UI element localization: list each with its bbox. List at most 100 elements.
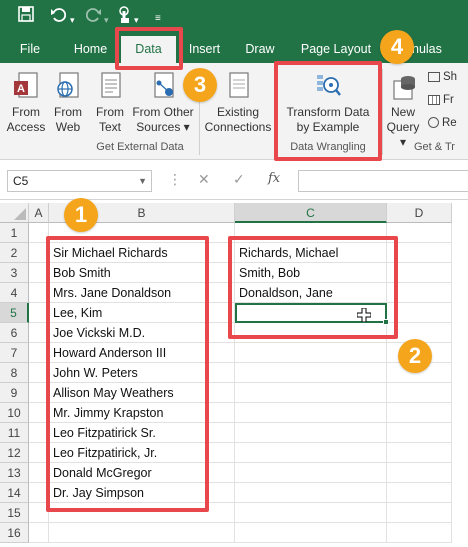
cell-b[interactable]: Mr. Jimmy Krapston: [49, 403, 235, 423]
column-header-a[interactable]: A: [29, 203, 49, 223]
cell-a[interactable]: [29, 363, 49, 383]
cell-c[interactable]: Richards, Michael: [235, 243, 387, 263]
cell-a[interactable]: [29, 443, 49, 463]
row-header[interactable]: 12: [0, 443, 29, 463]
customize-icon[interactable]: ≡: [155, 8, 161, 30]
cell-a[interactable]: [29, 423, 49, 443]
row-header[interactable]: 8: [0, 363, 29, 383]
tab-formulas[interactable]: nulas: [412, 36, 468, 63]
cell-a[interactable]: [29, 503, 49, 523]
cell-b[interactable]: John W. Peters: [49, 363, 235, 383]
cell-c[interactable]: [235, 463, 387, 483]
fill-handle[interactable]: [383, 319, 389, 325]
cell-d[interactable]: [387, 223, 452, 243]
row-header[interactable]: 15: [0, 503, 29, 523]
undo-dropdown-icon[interactable]: ▾: [70, 9, 75, 31]
cell-d[interactable]: [387, 283, 452, 303]
name-box[interactable]: C5 ▼: [7, 170, 152, 192]
cell-d[interactable]: [387, 303, 452, 323]
cell-b[interactable]: Dr. Jay Simpson: [49, 483, 235, 503]
cell-d[interactable]: [387, 403, 452, 423]
from-access-button[interactable]: A From Access: [4, 71, 48, 135]
row-header[interactable]: 7: [0, 343, 29, 363]
cell-d[interactable]: [387, 243, 452, 263]
cell-d[interactable]: [387, 423, 452, 443]
cell-d[interactable]: [387, 263, 452, 283]
cell-a[interactable]: [29, 403, 49, 423]
cell-b[interactable]: Howard Anderson III: [49, 343, 235, 363]
cell-a[interactable]: [29, 283, 49, 303]
cell-c[interactable]: [235, 403, 387, 423]
cell-a[interactable]: [29, 463, 49, 483]
row-header[interactable]: 3: [0, 263, 29, 283]
tab-home[interactable]: Home: [68, 36, 113, 63]
row-header[interactable]: 1: [0, 223, 29, 243]
cell-a[interactable]: [29, 223, 49, 243]
tab-file[interactable]: File: [10, 36, 50, 63]
new-query-button[interactable]: New Query ▾: [383, 71, 423, 150]
cell-c[interactable]: [235, 223, 387, 243]
cell-a[interactable]: [29, 323, 49, 343]
row-header[interactable]: 4: [0, 283, 29, 303]
row-header[interactable]: 2: [0, 243, 29, 263]
cell-a[interactable]: [29, 483, 49, 503]
cancel-icon[interactable]: ✕: [198, 171, 210, 188]
cell-d[interactable]: [387, 523, 452, 543]
cell-a[interactable]: [29, 303, 49, 323]
redo-dropdown-icon[interactable]: ▾: [104, 9, 109, 31]
cell-d[interactable]: [387, 443, 452, 463]
cell-c[interactable]: [235, 383, 387, 403]
tab-draw[interactable]: Draw: [240, 36, 280, 63]
from-web-button[interactable]: From Web: [48, 71, 88, 135]
cell-b[interactable]: Leo Fitzpatirick Sr.: [49, 423, 235, 443]
cell-c[interactable]: [235, 343, 387, 363]
cell-a[interactable]: [29, 523, 49, 543]
row-header[interactable]: 10: [0, 403, 29, 423]
transform-data-by-example-button[interactable]: Transform Data by Example: [282, 71, 374, 135]
touch-dropdown-icon[interactable]: ▾: [134, 9, 139, 31]
cell-b[interactable]: [49, 503, 235, 523]
insert-function-icon[interactable]: fx: [268, 171, 280, 186]
column-header-c[interactable]: C: [235, 203, 387, 223]
from-table-button[interactable]: Fr: [428, 94, 454, 106]
cell-d[interactable]: [387, 483, 452, 503]
from-text-button[interactable]: From Text: [90, 71, 130, 135]
cell-b[interactable]: Sir Michael Richards: [49, 243, 235, 263]
formula-input[interactable]: [298, 170, 468, 192]
row-header[interactable]: 16: [0, 523, 29, 543]
cell-a[interactable]: [29, 243, 49, 263]
cell-b[interactable]: [49, 523, 235, 543]
row-header[interactable]: 6: [0, 323, 29, 343]
tab-page-layout[interactable]: Page Layout: [296, 36, 376, 63]
cell-d[interactable]: [387, 463, 452, 483]
cell-c[interactable]: Smith, Bob: [235, 263, 387, 283]
save-icon[interactable]: [18, 6, 34, 29]
cell-c[interactable]: [235, 443, 387, 463]
cell-b[interactable]: Joe Vickski M.D.: [49, 323, 235, 343]
cell-a[interactable]: [29, 383, 49, 403]
selected-cell-c5[interactable]: [235, 303, 389, 325]
recent-sources-button[interactable]: Re: [428, 117, 457, 129]
cell-b[interactable]: Allison May Weathers: [49, 383, 235, 403]
cell-d[interactable]: [387, 503, 452, 523]
row-header[interactable]: 13: [0, 463, 29, 483]
select-all-corner[interactable]: [0, 203, 29, 223]
cell-c[interactable]: [235, 503, 387, 523]
cell-c[interactable]: [235, 363, 387, 383]
row-header[interactable]: 11: [0, 423, 29, 443]
tab-data[interactable]: Data: [121, 36, 176, 63]
row-header[interactable]: 5: [0, 303, 29, 323]
cell-b[interactable]: Mrs. Jane Donaldson: [49, 283, 235, 303]
row-header[interactable]: 14: [0, 483, 29, 503]
cell-a[interactable]: [29, 263, 49, 283]
cell-c[interactable]: Donaldson, Jane: [235, 283, 387, 303]
row-header[interactable]: 9: [0, 383, 29, 403]
cell-c[interactable]: [235, 523, 387, 543]
column-header-d[interactable]: D: [387, 203, 452, 223]
cell-c[interactable]: [235, 423, 387, 443]
cell-c[interactable]: [235, 483, 387, 503]
cell-b[interactable]: Donald McGregor: [49, 463, 235, 483]
cell-b[interactable]: Leo Fitzpatirick, Jr.: [49, 443, 235, 463]
show-queries-button[interactable]: Sh: [428, 71, 457, 83]
enter-icon[interactable]: ✓: [233, 171, 245, 188]
